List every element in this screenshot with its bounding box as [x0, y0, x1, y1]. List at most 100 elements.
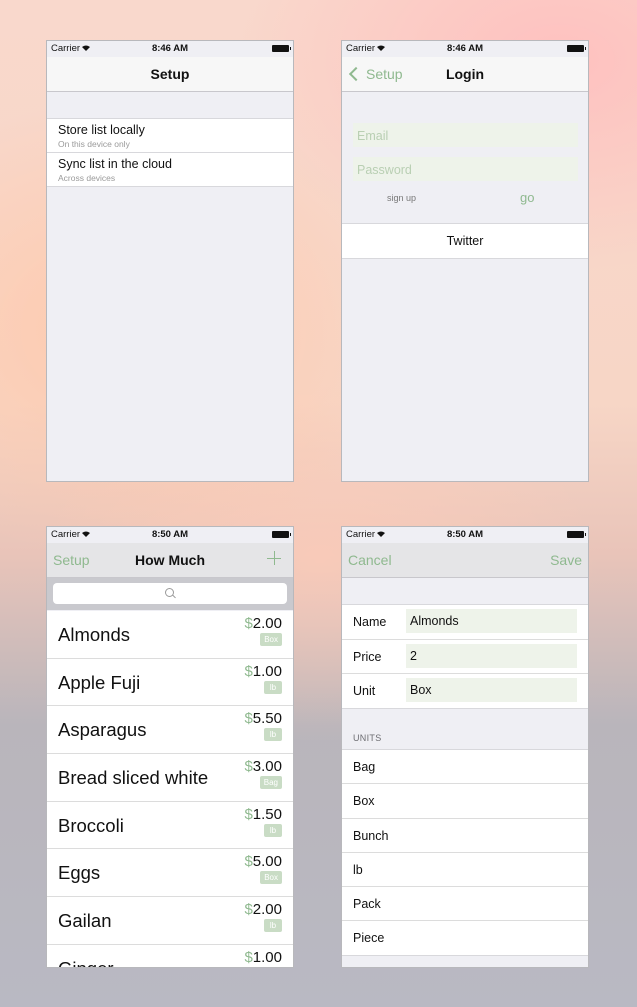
item-name: Gailan — [58, 910, 112, 932]
go-button[interactable]: go — [520, 190, 534, 205]
status-bar: Carrier 8:50 AM — [342, 527, 588, 543]
status-time: 8:50 AM — [151, 529, 189, 540]
items-list: Almonds $2.00 Box Apple Fuji $1.00 lb Asparagu… — [47, 611, 293, 967]
units-section-header: UNITS — [353, 733, 382, 743]
currency-symbol: $ — [244, 853, 253, 871]
option-sync-cloud[interactable]: Sync list in the cloud Across devices — [47, 152, 293, 186]
option-subtitle: On this device only — [58, 139, 130, 149]
items-list-screen: Carrier 8:50 AM Setup How Much Almonds $2… — [46, 526, 294, 968]
currency-symbol: $ — [244, 615, 253, 632]
status-bar: Carrier 8:50 AM — [47, 527, 293, 543]
password-field[interactable]: Password — [353, 157, 578, 181]
price-value: 3.00 — [252, 758, 282, 776]
sign-up-button[interactable]: sign up — [387, 193, 416, 203]
battery-icon — [272, 45, 291, 52]
item-price: $2.00 — [244, 615, 282, 632]
item-name: Broccoli — [58, 814, 124, 836]
item-name: Asparagus — [58, 719, 147, 741]
status-time: 8:50 AM — [446, 529, 484, 540]
unit-option[interactable]: Piece — [342, 920, 588, 954]
unit-badge: Box — [260, 871, 282, 885]
field-label: Price — [353, 649, 382, 664]
price-value: 2.00 — [252, 615, 282, 632]
search-input[interactable] — [53, 583, 287, 604]
item-price: $1.00 — [244, 949, 282, 966]
item-name: Almonds — [58, 624, 130, 645]
unit-option[interactable]: Bunch — [342, 817, 588, 852]
option-title: Sync list in the cloud — [58, 157, 172, 171]
battery-icon — [567, 45, 586, 52]
nav-bar: Cancel Save — [342, 543, 588, 578]
item-price: $1.50 — [244, 806, 282, 823]
list-item[interactable]: Gailan $2.00 lb — [47, 897, 293, 945]
units-list: Bag Box Bunch lb Pack Piece — [342, 749, 588, 956]
item-name: Bread sliced white — [58, 767, 209, 789]
price-value: 1.00 — [252, 662, 282, 680]
list-item[interactable]: Eggs $5.00 Box — [47, 849, 293, 898]
status-bar: Carrier 8:46 AM — [342, 41, 588, 57]
unit-option[interactable]: Bag — [342, 750, 588, 783]
twitter-button[interactable]: Twitter — [342, 223, 588, 259]
item-price: $5.00 — [244, 853, 282, 870]
unit-option[interactable]: lb — [342, 851, 588, 886]
item-form: Name Almonds Price 2 Unit Box — [342, 604, 588, 710]
unit-option-label: Box — [353, 794, 375, 809]
status-bar: Carrier 8:46 AM — [47, 41, 293, 57]
unit-badge: lb — [264, 728, 282, 742]
nav-bar: Setup Login — [342, 57, 588, 92]
unit-badge: lb — [264, 919, 282, 933]
page-title: How Much — [135, 552, 205, 568]
unit-option-label: Bag — [353, 760, 376, 774]
field-label: Unit — [353, 684, 376, 699]
edit-item-screen: Carrier 8:50 AM Cancel Save Name Almonds… — [341, 526, 589, 968]
price-value: 5.00 — [252, 853, 282, 871]
list-item[interactable]: Almonds $2.00 Box — [47, 611, 293, 659]
setup-options-list: Store list locally On this device only S… — [47, 118, 293, 187]
nav-bar: Setup — [47, 57, 293, 92]
item-price: $1.00 — [244, 663, 282, 680]
save-button[interactable]: Save — [550, 552, 582, 568]
unit-field[interactable]: Box — [406, 678, 577, 703]
price-value: 2.00 — [252, 901, 282, 919]
option-store-locally[interactable]: Store list locally On this device only — [47, 119, 293, 152]
item-price: $3.00 — [244, 758, 282, 775]
price-value: 1.00 — [252, 948, 282, 966]
page-title: Setup — [150, 66, 190, 82]
search-bar — [47, 578, 293, 610]
unit-option-label: Bunch — [353, 828, 389, 843]
list-item[interactable]: Apple Fuji $1.00 lb — [47, 659, 293, 707]
unit-badge: lb — [264, 680, 282, 694]
unit-option[interactable]: Box — [342, 783, 588, 817]
name-row: Name Almonds — [342, 605, 588, 639]
setup-screen: Carrier 8:46 AM Setup Store list locally… — [46, 40, 294, 482]
email-field[interactable]: Email — [353, 123, 578, 147]
list-item[interactable]: Bread sliced white $3.00 Bag — [47, 754, 293, 802]
currency-symbol: $ — [244, 710, 253, 728]
currency-symbol: $ — [244, 662, 253, 680]
login-screen: Carrier 8:46 AM Setup Login Email Passwo… — [341, 40, 589, 482]
currency-symbol: $ — [244, 901, 253, 919]
price-field[interactable]: 2 — [406, 643, 577, 668]
list-item[interactable]: Broccoli $1.50 lb — [47, 802, 293, 850]
page-title: Login — [445, 66, 485, 82]
price-row: Price 2 — [342, 638, 588, 674]
list-item[interactable]: Ginger$1.00lb — [47, 945, 293, 967]
battery-icon — [272, 531, 291, 538]
field-label: Name — [353, 615, 387, 629]
unit-badge: Box — [260, 633, 282, 646]
unit-option[interactable]: Pack — [342, 886, 588, 920]
status-time: 8:46 AM — [446, 43, 484, 54]
nav-bar: Setup How Much — [47, 543, 293, 578]
price-value: 5.50 — [252, 710, 282, 728]
battery-icon — [567, 531, 586, 538]
cancel-button[interactable]: Cancel — [348, 552, 392, 568]
name-field[interactable]: Almonds — [406, 609, 577, 633]
unit-option-label: Piece — [353, 931, 385, 946]
list-item[interactable]: Asparagus $5.50 lb — [47, 706, 293, 755]
unit-badge: lb — [264, 823, 282, 837]
unit-badge: Bag — [259, 776, 282, 790]
currency-symbol: $ — [244, 758, 253, 776]
status-time: 8:46 AM — [151, 43, 189, 54]
add-item-button[interactable] — [267, 551, 281, 565]
unit-row: Unit Box — [342, 673, 588, 708]
